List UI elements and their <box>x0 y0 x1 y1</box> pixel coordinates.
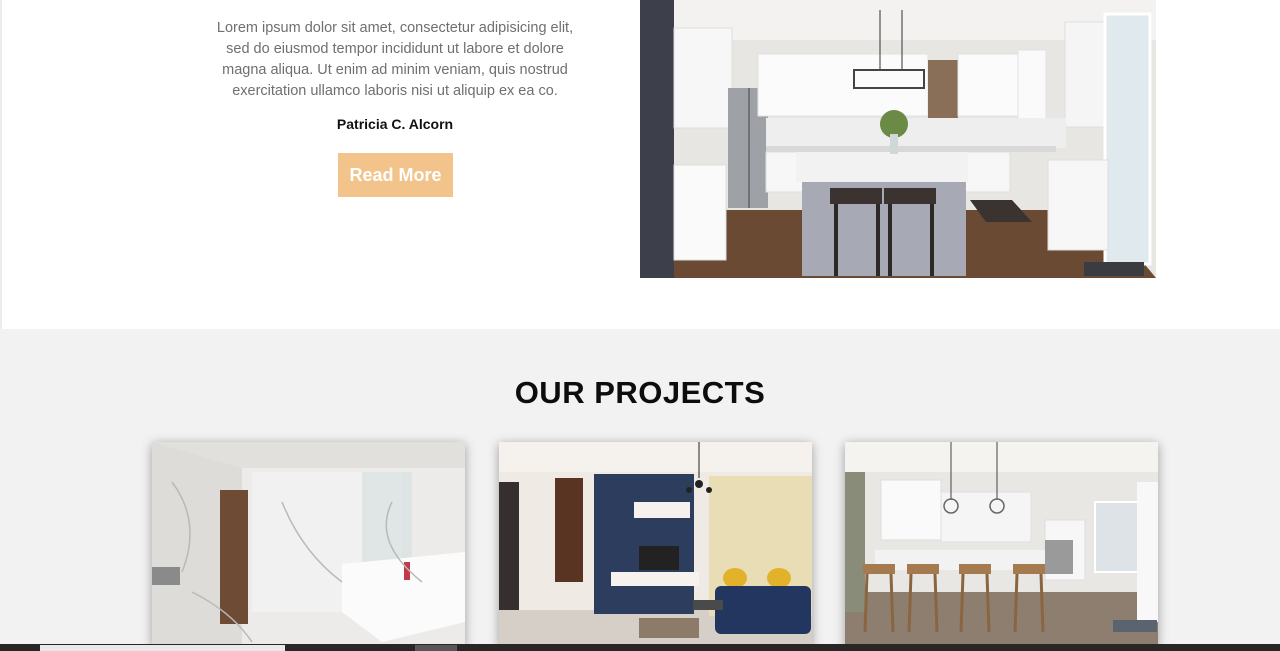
kitchen-photo <box>640 0 1156 278</box>
author-name: Patricia C. Alcorn <box>336 116 454 132</box>
about-text-block: Lorem ipsum dolor sit amet, consectetur … <box>214 18 576 197</box>
project-card-bathroom[interactable] <box>152 442 465 647</box>
taskbar-segment <box>415 645 457 651</box>
read-more-button[interactable]: Read More <box>338 153 453 197</box>
project-card-living-room[interactable] <box>499 442 812 647</box>
taskbar-strip <box>0 644 1280 651</box>
projects-title: OUR PROJECTS <box>514 375 766 410</box>
about-paragraph: Lorem ipsum dolor sit amet, consectetur … <box>216 20 574 99</box>
taskbar-segment <box>40 645 285 651</box>
projects-section: OUR PROJECTS <box>0 329 1280 651</box>
project-card-kitchen-island[interactable] <box>845 442 1158 647</box>
about-section: Lorem ipsum dolor sit amet, consectetur … <box>0 0 1280 329</box>
